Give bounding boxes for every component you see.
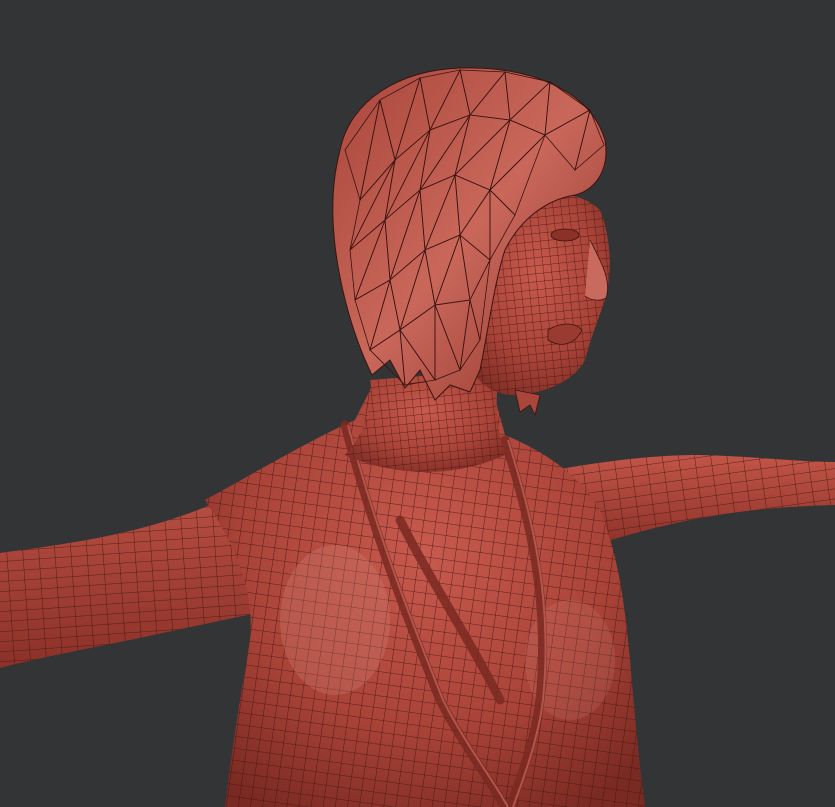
sculpt-scene[interactable] xyxy=(0,0,835,807)
hair-strand xyxy=(514,389,541,417)
neck xyxy=(345,370,505,472)
3d-viewport[interactable] xyxy=(0,0,835,807)
